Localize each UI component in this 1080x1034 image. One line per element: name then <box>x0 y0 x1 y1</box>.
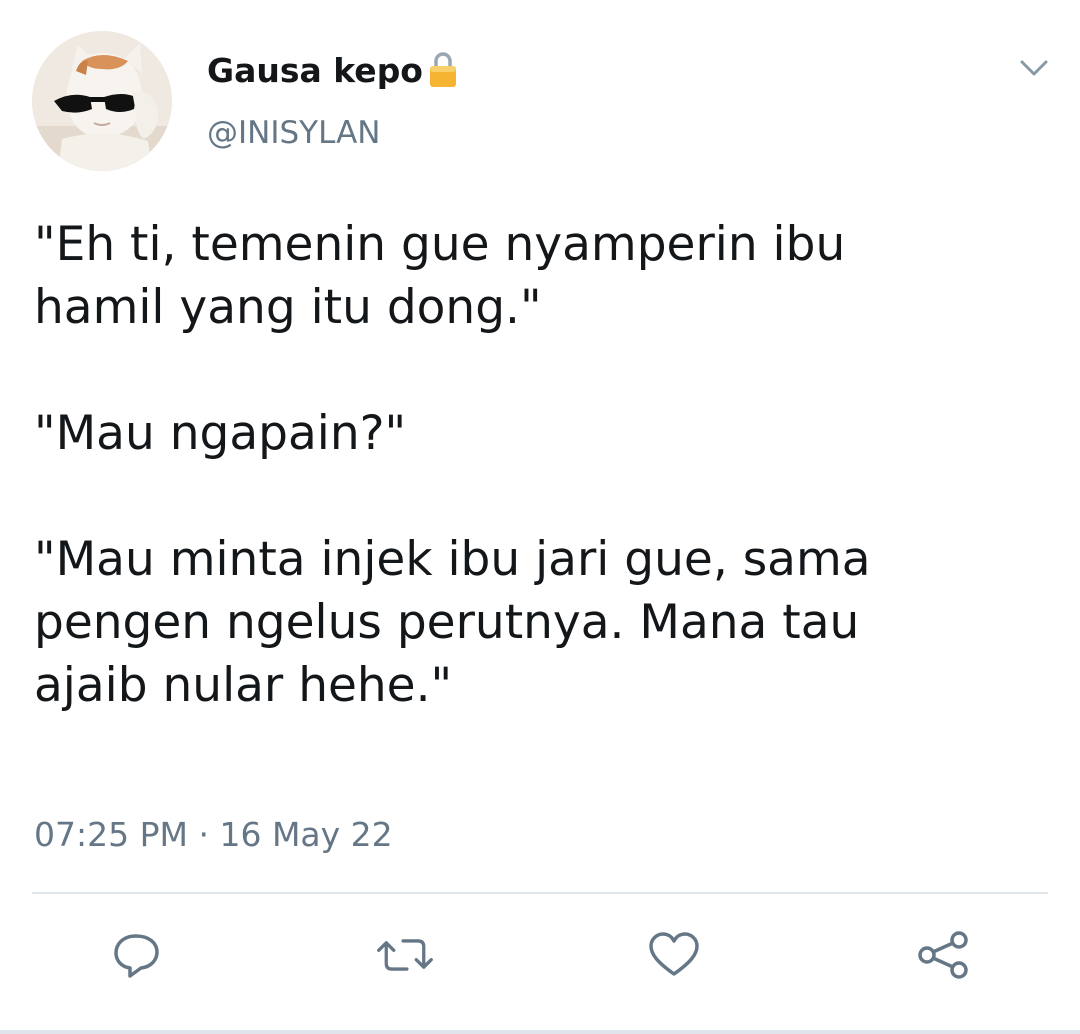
tweet-text: "Eh ti, temenin gue nyamperin ibu hamil … <box>34 213 1044 717</box>
tweet-date: 16 May 22 <box>219 815 393 854</box>
bottom-border <box>0 1030 1080 1034</box>
tweet-time: 07:25 PM <box>34 815 188 854</box>
avatar[interactable] <box>32 31 172 171</box>
reply-icon <box>114 934 159 978</box>
reply-button[interactable] <box>106 928 166 982</box>
cat-sunglasses-avatar-image <box>32 31 172 171</box>
chevron-down-icon[interactable] <box>1016 54 1052 82</box>
retweet-icon <box>377 939 433 971</box>
tweet-paragraph: "Mau ngapain?" <box>34 406 407 461</box>
tweet-timestamp[interactable]: 07:25 PM · 16 May 22 <box>34 815 393 854</box>
divider <box>32 892 1048 894</box>
display-name-text: Gausa kepo <box>207 50 423 90</box>
meta-separator: · <box>198 815 209 854</box>
tweet-paragraph: "Mau minta injek ibu jari gue, sama peng… <box>34 532 871 713</box>
display-name[interactable]: Gausa kepo <box>207 50 459 90</box>
tweet-paragraph: "Eh ti, temenin gue nyamperin ibu hamil … <box>34 217 846 335</box>
lock-icon <box>427 50 459 90</box>
share-icon <box>918 931 968 979</box>
share-button[interactable] <box>913 928 973 982</box>
user-handle[interactable]: @INISYLAN <box>207 115 380 151</box>
retweet-button[interactable] <box>375 928 435 982</box>
heart-icon <box>649 932 699 976</box>
like-button[interactable] <box>644 928 704 982</box>
